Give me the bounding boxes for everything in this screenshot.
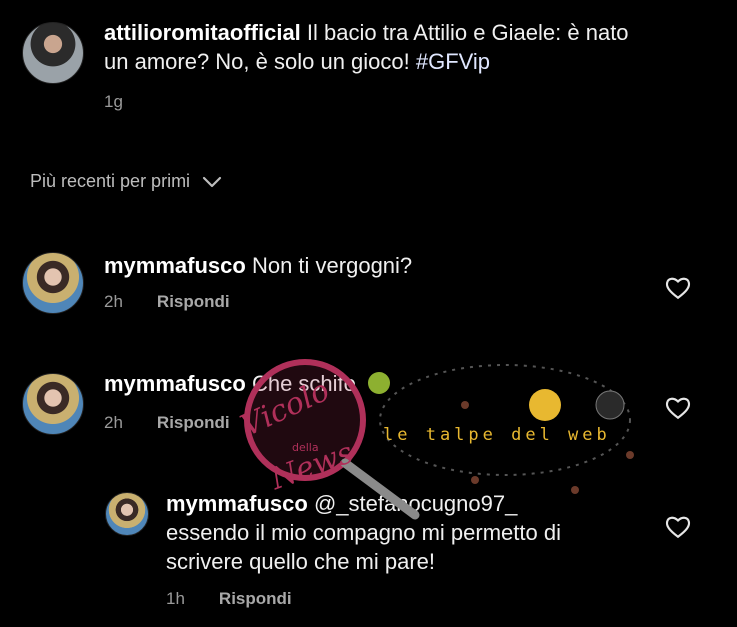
comment-username[interactable]: mymmafusco <box>104 253 246 278</box>
like-heart-icon[interactable] <box>665 515 691 539</box>
talpe-del-web-watermark-logo: le talpe del web <box>379 364 634 494</box>
post-author-avatar[interactable] <box>22 22 84 84</box>
post-time: 1g <box>104 92 123 111</box>
comment-body: Non ti vergogni? <box>245 253 413 278</box>
post-caption-text-2: un amore? No, è solo un gioco! <box>104 49 416 74</box>
comment-time: 2h <box>104 413 123 432</box>
sort-label: Più recenti per primi <box>30 171 191 191</box>
comment-time: 1h <box>166 589 185 608</box>
comment-avatar[interactable] <box>22 373 84 435</box>
sort-selector[interactable]: Più recenti per primi <box>30 171 222 192</box>
post-meta: 1g <box>104 92 123 112</box>
comment-time: 2h <box>104 292 123 311</box>
reply-button[interactable]: Rispondi <box>157 292 230 312</box>
post-hashtag[interactable]: #GFVip <box>416 49 490 74</box>
like-heart-icon[interactable] <box>665 276 691 300</box>
comment-body-line-2: scrivere quello che mi pare! <box>166 549 436 574</box>
comment-1-meta: 2h Rispondi <box>104 292 230 312</box>
comment-1-text: mymmafusco Non ti vergogni? <box>104 251 412 280</box>
chevron-down-icon <box>202 176 222 187</box>
talpe-text: le talpe del web <box>383 425 611 445</box>
like-heart-icon[interactable] <box>665 396 691 420</box>
reply-button[interactable]: Rispondi <box>219 589 292 609</box>
reply-comment-meta: 1h Rispondi <box>166 589 292 609</box>
comment-avatar[interactable] <box>22 252 84 314</box>
reply-avatar[interactable] <box>105 492 149 536</box>
post-author-username[interactable]: attilioromitaofficial <box>104 20 301 45</box>
post-caption: attilioromitaofficial Il bacio tra Attil… <box>104 18 714 76</box>
post-caption-text-1: Il bacio tra Attilio e Giaele: è nato <box>300 20 629 45</box>
